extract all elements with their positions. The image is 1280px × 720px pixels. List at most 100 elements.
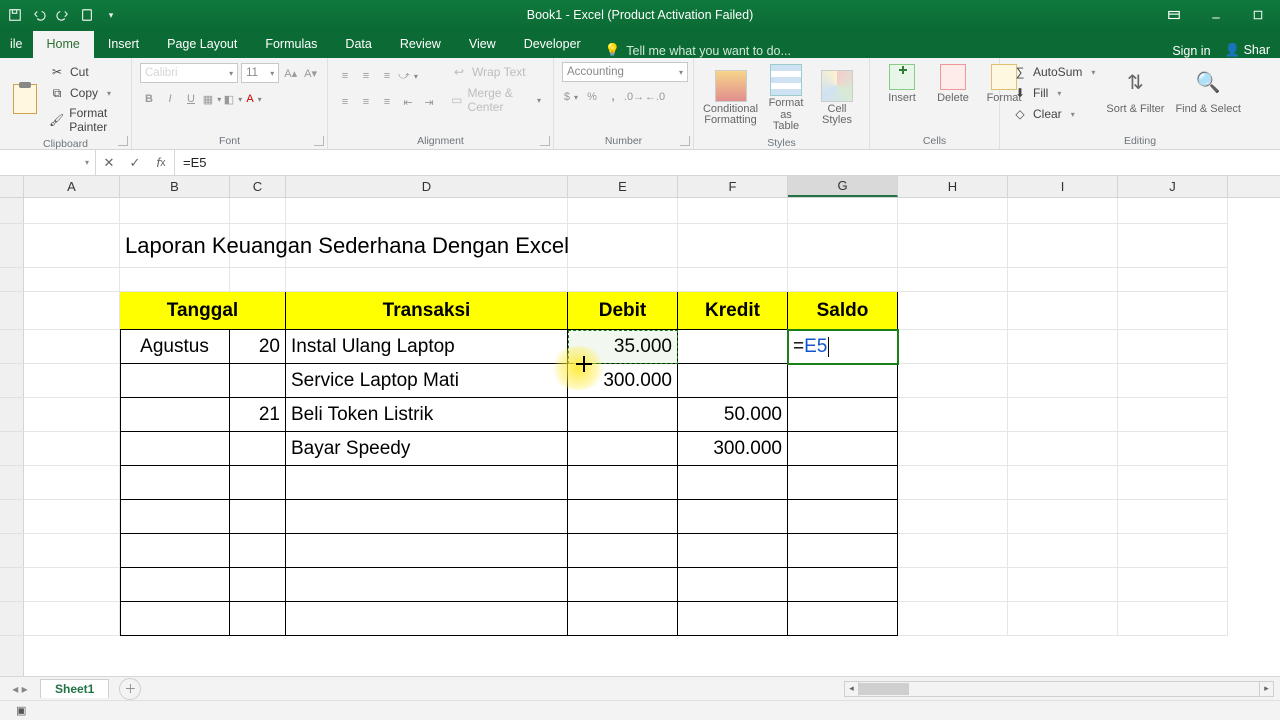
cell-F6[interactable] [678,364,788,398]
borders-button[interactable]: ▦▾ [203,88,221,110]
cell-B13[interactable] [120,602,230,636]
sheet-nav[interactable]: ◂ ▸ [0,682,40,696]
underline-button[interactable]: U [182,88,200,110]
row-header-5[interactable] [0,330,24,364]
col-header-I[interactable]: I [1008,176,1118,197]
sheet-tab-sheet1[interactable]: Sheet1 [40,679,109,698]
cell-C5[interactable]: 20 [230,330,286,364]
format-as-table-button[interactable]: Format as Table [762,62,810,135]
minimize-icon[interactable] [1196,0,1236,30]
scroll-thumb[interactable] [859,683,909,695]
decrease-font-icon[interactable]: A▾ [302,62,319,84]
tab-data[interactable]: Data [331,31,385,58]
cell-B12[interactable] [120,568,230,602]
orientation-icon[interactable]: ⤻▾ [399,65,417,87]
font-name-combo[interactable]: Calibri▾ [140,63,238,83]
cell-B6[interactable] [120,364,230,398]
tab-view[interactable]: View [455,31,510,58]
align-center-icon[interactable]: ≡ [357,91,375,113]
cell-F4[interactable]: Kredit [678,292,788,330]
cancel-formula-icon[interactable]: ✕ [96,155,122,171]
row-header-6[interactable] [0,364,24,398]
find-select-button[interactable]: 🔍Find & Select [1171,68,1244,118]
select-all-triangle[interactable] [0,176,24,198]
scroll-left-icon[interactable]: ◂ [845,682,859,696]
fill-button[interactable]: ⬇Fill▾ [1008,83,1099,103]
worksheet-grid[interactable]: ABCDEFGHIJ Laporan Keuangan Sederhana De… [0,176,1280,676]
col-header-E[interactable]: E [568,176,678,197]
enter-formula-icon[interactable]: ✓ [122,155,148,171]
col-header-J[interactable]: J [1118,176,1228,197]
tab-insert[interactable]: Insert [94,31,153,58]
col-header-B[interactable]: B [120,176,230,197]
cell-B5[interactable]: Agustus [120,330,230,364]
cell-B4[interactable]: Tanggal [120,292,286,330]
cell-styles-button[interactable]: Cell Styles [813,68,861,129]
ribbon-options-icon[interactable] [1154,0,1194,30]
cell-F7[interactable]: 50.000 [678,398,788,432]
autosum-button[interactable]: ∑AutoSum▾ [1008,62,1099,82]
maximize-icon[interactable] [1238,0,1278,30]
cell-F13[interactable] [678,602,788,636]
number-launcher-icon[interactable] [680,136,690,146]
cell-G6[interactable] [788,364,898,398]
row-header-1[interactable] [0,198,24,224]
cell-E7[interactable] [568,398,678,432]
cell-G10[interactable] [788,500,898,534]
sort-filter-button[interactable]: ⇅Sort & Filter [1102,68,1168,118]
tell-me-search[interactable]: 💡 Tell me what you want to do... [595,43,801,58]
increase-decimal-icon[interactable]: .0→ [625,86,643,108]
accounting-format-icon[interactable]: $▾ [562,86,580,108]
scroll-right-icon[interactable]: ▸ [1259,682,1273,696]
cell-C11[interactable] [230,534,286,568]
cell-C8[interactable] [230,432,286,466]
font-color-button[interactable]: A▾ [245,88,263,110]
row-header-9[interactable] [0,466,24,500]
cell-F12[interactable] [678,568,788,602]
insert-cells-button[interactable]: Insert [878,62,926,106]
formula-input[interactable]: =E5 [175,150,1280,175]
cell-D13[interactable] [286,602,568,636]
cell-F11[interactable] [678,534,788,568]
decrease-decimal-icon[interactable]: ←.0 [646,86,664,108]
font-launcher-icon[interactable] [314,136,324,146]
cell-E4[interactable]: Debit [568,292,678,330]
tab-formulas[interactable]: Formulas [251,31,331,58]
row-header-3[interactable] [0,268,24,292]
row-header-4[interactable] [0,292,24,330]
clear-button[interactable]: ◇Clear▾ [1008,104,1099,124]
align-right-icon[interactable]: ≡ [378,91,396,113]
align-top-icon[interactable]: ≡ [336,65,354,87]
delete-cells-button[interactable]: Delete [929,62,977,106]
cell-G8[interactable] [788,432,898,466]
cell-F8[interactable]: 300.000 [678,432,788,466]
cell-D12[interactable] [286,568,568,602]
cell-E10[interactable] [568,500,678,534]
cell-E8[interactable] [568,432,678,466]
number-format-combo[interactable]: Accounting▾ [562,62,688,82]
col-header-A[interactable]: A [24,176,120,197]
touch-mode-icon[interactable] [78,6,96,24]
tab-home[interactable]: Home [33,31,94,58]
row-header-7[interactable] [0,398,24,432]
cell-D11[interactable] [286,534,568,568]
tab-review[interactable]: Review [386,31,455,58]
align-left-icon[interactable]: ≡ [336,91,354,113]
col-header-F[interactable]: F [678,176,788,197]
row-header-10[interactable] [0,500,24,534]
cell-G13[interactable] [788,602,898,636]
paste-button[interactable] [8,82,42,116]
save-icon[interactable] [6,6,24,24]
cell-D7[interactable]: Beli Token Listrik [286,398,568,432]
row-header-12[interactable] [0,568,24,602]
cell-B2[interactable]: Laporan Keuangan Sederhana Dengan Excel [120,224,898,268]
cut-button[interactable]: ✂Cut [45,62,123,82]
cell-D9[interactable] [286,466,568,500]
col-header-C[interactable]: C [230,176,286,197]
redo-icon[interactable] [54,6,72,24]
row-header-11[interactable] [0,534,24,568]
cell-C9[interactable] [230,466,286,500]
cell-G7[interactable] [788,398,898,432]
font-size-combo[interactable]: 11▾ [241,63,279,83]
align-bottom-icon[interactable]: ≡ [378,65,396,87]
